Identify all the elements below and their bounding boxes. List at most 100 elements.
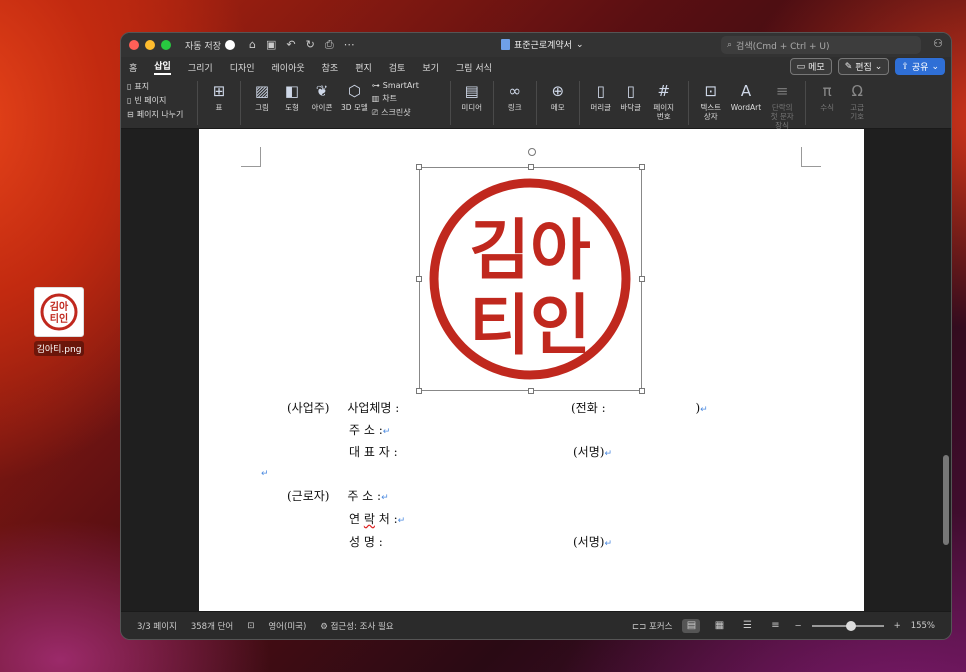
link-button[interactable]: ∞ 링크: [500, 79, 530, 112]
shapes-icon: ◧: [284, 82, 300, 100]
status-bar: 3/3 페이지 358개 단어 ⊡ 영어(미국) ⚙ 접근성: 조사 필요 ⊏⊐…: [121, 611, 951, 639]
resize-handle[interactable]: [416, 164, 422, 170]
dropcap-button[interactable]: ≡ 단락의 첫 문자 장식: [765, 79, 799, 130]
media-button[interactable]: ▤ 미디어: [457, 79, 487, 112]
rotate-handle[interactable]: [528, 148, 536, 156]
language-status[interactable]: 영어(미국): [268, 620, 306, 632]
accessibility-status[interactable]: ⚙ 접근성: 조사 필요: [320, 620, 393, 632]
employer-address-row: 주 소 :↵: [349, 423, 391, 437]
ribbon-toolbar: ▯ 표지 ▯ 빈 페이지 ⊟ 페이지 나누기 ⊞ 표 ▨ 그림 ◧ 도형 ❦ 아이콘 …: [121, 77, 951, 130]
tab-view[interactable]: 보기: [422, 61, 439, 74]
screenshot-button[interactable]: ⎚ 스크린샷: [372, 107, 444, 118]
focus-button[interactable]: ⊏⊐ 포커스: [632, 620, 672, 632]
tab-review[interactable]: 검토: [389, 61, 406, 74]
zoom-level[interactable]: 155%: [911, 621, 935, 631]
word-window: 자동 저장 ⌂ ▣ ↶ ↻ ⎙ ⋯ 표준근로계약서 ⌄ ⌕ 검색(Cmd + C…: [120, 32, 952, 640]
tab-mailings[interactable]: 편지: [355, 61, 372, 74]
page-number-button[interactable]: # 페이지 번호: [646, 79, 682, 121]
wordart-button[interactable]: A WordArt: [727, 79, 765, 112]
focus-icon: ⊏⊐: [632, 621, 647, 632]
desktop-file-icon[interactable]: 김아 티인 김아티.png: [33, 287, 85, 356]
document-page[interactable]: 김아 티인 (사업주) 사업체명 : (전화 : )↵ 주 소:↵ 대 표 자…: [199, 129, 864, 613]
word-count[interactable]: 358개 단어: [191, 620, 233, 632]
tab-picture-format[interactable]: 그림 서식: [456, 61, 492, 74]
page-count[interactable]: 3/3 페이지: [137, 620, 177, 632]
share-button[interactable]: ⇪ 공유 ⌄: [895, 58, 945, 75]
tab-draw[interactable]: 그리기: [188, 61, 213, 74]
redo-icon[interactable]: ↻: [306, 38, 315, 52]
view-controls: ⊏⊐ 포커스 ▤ ▦ ☰ ≡ − + 155%: [632, 618, 935, 633]
web-layout-icon[interactable]: ▦: [710, 619, 728, 633]
svg-text:티인: 티인: [469, 287, 590, 364]
collaborate-icon[interactable]: ⚇: [933, 37, 943, 50]
proofing-icon[interactable]: ⊡: [247, 621, 254, 631]
shapes-button[interactable]: ◧ 도형: [277, 79, 307, 112]
zoom-knob[interactable]: [845, 620, 856, 631]
chevron-down-icon: ⌄: [874, 61, 883, 72]
textbox-button[interactable]: ⊡ 텍스트 상자: [695, 79, 727, 121]
zoom-button[interactable]: [161, 40, 171, 50]
page-break-button[interactable]: ⊟ 페이지 나누기: [127, 109, 191, 120]
footer-icon: ▯: [626, 82, 635, 100]
vertical-scrollbar[interactable]: [943, 455, 949, 545]
equation-button[interactable]: π 수식: [812, 79, 842, 112]
minimize-button[interactable]: [145, 40, 155, 50]
outline-view-icon[interactable]: ☰: [738, 619, 756, 633]
worker-sign: (서명)↵: [573, 535, 612, 549]
document-title[interactable]: 표준근로계약서 ⌄: [501, 38, 584, 51]
icons-button[interactable]: ❦ 아이콘: [307, 79, 337, 112]
autosave-toggle[interactable]: 자동 저장: [185, 39, 235, 52]
table-button[interactable]: ⊞ 표: [204, 79, 234, 112]
tab-design[interactable]: 디자인: [230, 61, 255, 74]
table-icon: ⊞: [212, 82, 226, 100]
memo-button[interactable]: ▭ 메모: [789, 58, 832, 75]
blank-page-button[interactable]: ▯ 빈 페이지: [127, 95, 191, 106]
tab-insert[interactable]: 삽입: [154, 59, 171, 75]
print-icon[interactable]: ⎙: [325, 38, 334, 52]
tab-home[interactable]: 홈: [129, 61, 137, 74]
zoom-in-icon[interactable]: +: [894, 621, 901, 631]
tab-layout[interactable]: 레이아웃: [272, 61, 305, 74]
picture-button[interactable]: ▨ 그림: [247, 79, 277, 112]
resize-handle[interactable]: [528, 164, 534, 170]
edit-mode-button[interactable]: ✎ 편집 ⌄: [837, 58, 890, 75]
close-button[interactable]: [129, 40, 139, 50]
resize-handle[interactable]: [639, 388, 645, 394]
ribbon-tabs: 홈 삽입 그리기 디자인 레이아웃 참조 편지 검토 보기 그림 서식 ▭ 메모…: [121, 57, 951, 77]
resize-handle[interactable]: [528, 388, 534, 394]
undo-icon[interactable]: ↶: [286, 38, 295, 52]
smart-group: ⊶ SmartArt ▥ 차트 ⎚ 스크린샷: [372, 79, 444, 118]
pages-group: ▯ 표지 ▯ 빈 페이지 ⊟ 페이지 나누기: [127, 79, 191, 120]
cover-page-button[interactable]: ▯ 표지: [127, 81, 191, 92]
smartart-button[interactable]: ⊶ SmartArt: [372, 81, 444, 90]
page-number-icon: #: [657, 82, 671, 100]
zoom-slider[interactable]: [811, 620, 884, 631]
header-button[interactable]: ▯ 머리글: [586, 79, 616, 112]
resize-handle[interactable]: [416, 388, 422, 394]
save-icon[interactable]: ▣: [266, 38, 276, 52]
document-workspace: 김아 티인 (사업주) 사업체명 : (전화 : )↵ 주 소:↵ 대 표 자…: [121, 129, 951, 613]
chart-button[interactable]: ▥ 차트: [372, 93, 444, 104]
draft-view-icon[interactable]: ≡: [766, 619, 784, 633]
3d-model-button[interactable]: ⬡ 3D 모델: [337, 79, 372, 112]
zoom-out-icon[interactable]: −: [794, 621, 801, 631]
print-layout-icon[interactable]: ▤: [682, 618, 701, 633]
resize-handle[interactable]: [639, 164, 645, 170]
footer-button[interactable]: ▯ 바닥글: [616, 79, 646, 112]
resize-handle[interactable]: [639, 276, 645, 282]
file-label: 김아티.png: [33, 341, 85, 356]
wordart-icon: A: [740, 82, 752, 100]
tab-actions: ▭ 메모 ✎ 편집 ⌄ ⇪ 공유 ⌄: [789, 58, 945, 75]
comment-button[interactable]: ⊕ 메모: [543, 79, 573, 112]
phone-row: (전화 : )↵: [571, 401, 708, 415]
tab-references[interactable]: 참조: [322, 61, 339, 74]
cube-icon: ⬡: [347, 82, 361, 100]
resize-handle[interactable]: [416, 276, 422, 282]
search-input[interactable]: ⌕ 검색(Cmd + Ctrl + U): [721, 36, 921, 54]
home-icon[interactable]: ⌂: [249, 38, 256, 52]
worker-row: (근로자) 주 소 :↵: [287, 489, 389, 503]
more-icon[interactable]: ⋯: [344, 38, 355, 52]
symbol-button[interactable]: Ω 고급 기호: [842, 79, 872, 121]
stamp-image[interactable]: 김아 티인: [416, 148, 645, 394]
stamp-thumbnail-icon: 김아 티인: [40, 293, 78, 331]
